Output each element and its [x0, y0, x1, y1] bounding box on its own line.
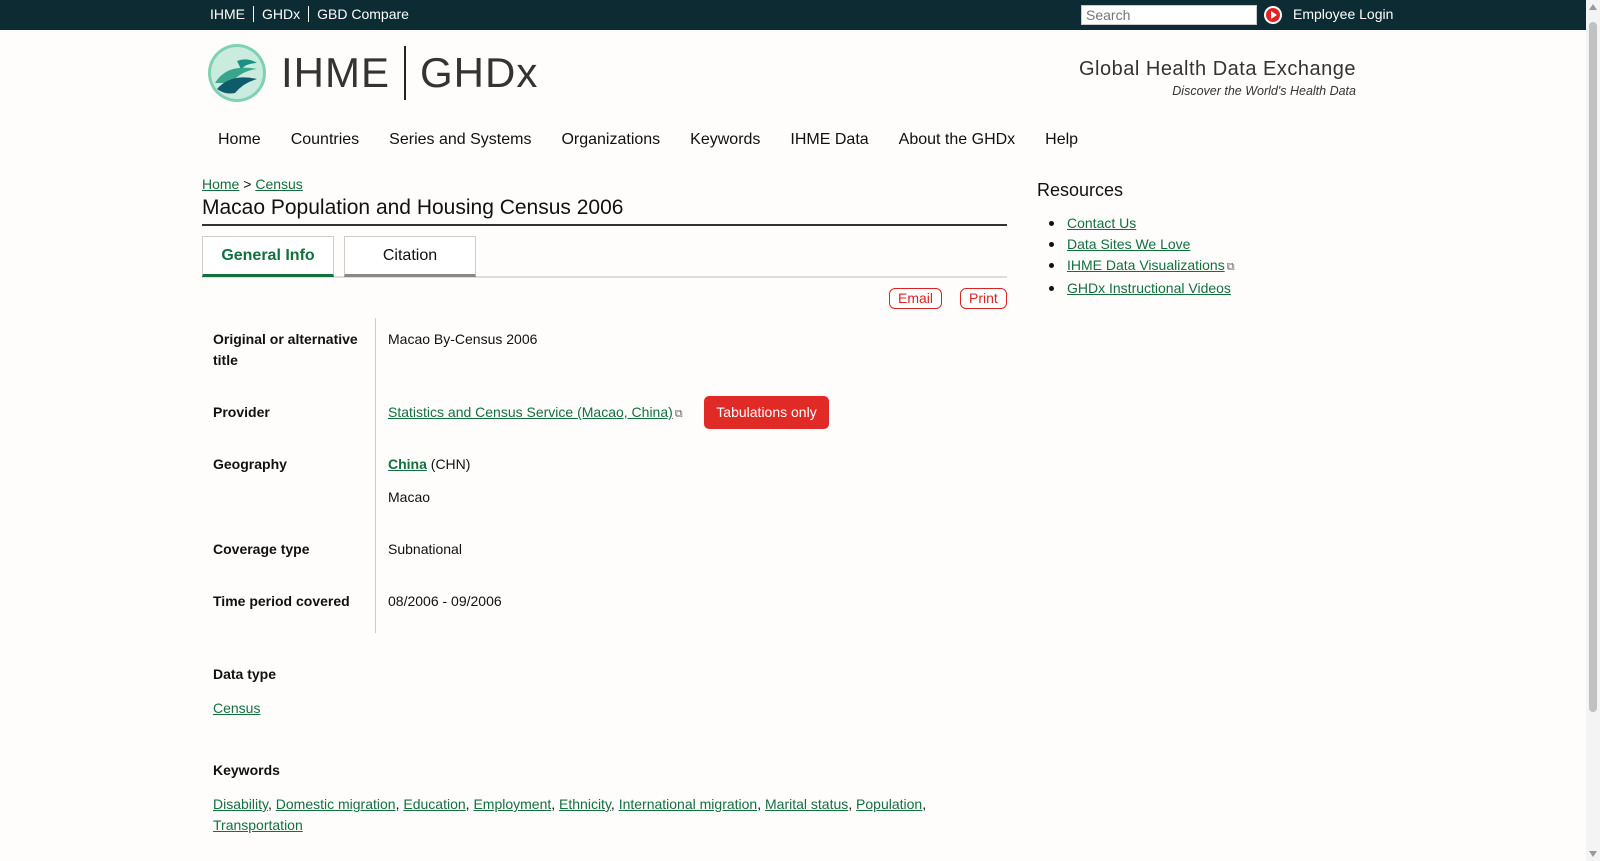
keyword-link[interactable]: Ethnicity [559, 796, 611, 812]
resource-data-sites[interactable]: Data Sites We Love [1067, 236, 1190, 252]
external-link-icon: ⧉ [1226, 261, 1235, 273]
coverage-value: Subnational [388, 541, 462, 557]
top-links: IHME GHDx GBD Compare [210, 6, 417, 22]
scroll-down-icon[interactable] [1589, 851, 1597, 857]
geography-country-link[interactable]: China [388, 456, 427, 472]
search-submit-icon[interactable] [1264, 6, 1282, 24]
site-tagline: Global Health Data Exchange Discover the… [1079, 58, 1356, 98]
keyword-link[interactable]: Domestic migration [276, 796, 396, 812]
employee-login-link[interactable]: Employee Login [1293, 6, 1393, 22]
geography-country: China (CHN) [388, 454, 470, 475]
keyword-link[interactable]: Employment [473, 796, 551, 812]
resource-item: Contact Us [1037, 213, 1235, 234]
top-bar: IHME GHDx GBD Compare Employee Login [0, 0, 1586, 30]
tab-general-info[interactable]: General Info [202, 236, 334, 277]
resources-list: Contact Us Data Sites We Love IHME Data … [1037, 213, 1235, 299]
print-button[interactable]: Print [960, 288, 1007, 309]
data-type-label: Data type [213, 666, 277, 682]
nav-home[interactable]: Home [203, 131, 276, 149]
resource-videos[interactable]: GHDx Instructional Videos [1067, 280, 1231, 296]
time-period-label: Time period covered [213, 593, 350, 609]
scrollbar[interactable] [1586, 0, 1600, 861]
keyword-link[interactable]: Marital status [765, 796, 848, 812]
coverage-label: Coverage type [213, 541, 310, 557]
alt-title-value: Macao By-Census 2006 [388, 331, 538, 347]
details-divider [375, 318, 376, 633]
page-title: Macao Population and Housing Census 2006 [202, 196, 1007, 226]
time-period-value: 08/2006 - 09/2006 [388, 593, 502, 609]
resources-heading: Resources [1037, 180, 1124, 200]
keyword-link[interactable]: International migration [619, 796, 758, 812]
alt-title-label: Original or alternative title [213, 331, 358, 368]
nav-countries[interactable]: Countries [276, 131, 374, 149]
top-link-gbd-compare[interactable]: GBD Compare [309, 6, 417, 22]
nav-organizations[interactable]: Organizations [546, 131, 675, 149]
nav-help[interactable]: Help [1030, 131, 1093, 149]
main-nav: Home Countries Series and Systems Organi… [203, 131, 1093, 149]
provider-link[interactable]: Statistics and Census Service (Macao, Ch… [388, 404, 673, 420]
brand-ghdx: GHDx [420, 49, 539, 96]
geography-code: (CHN) [430, 456, 471, 472]
resource-item: Data Sites We Love [1037, 234, 1235, 255]
nav-about-ghdx[interactable]: About the GHDx [884, 131, 1031, 149]
search-input[interactable] [1081, 5, 1257, 25]
geography-label: Geography [213, 456, 287, 472]
scroll-up-icon[interactable] [1589, 4, 1597, 10]
keyword-link[interactable]: Education [403, 796, 465, 812]
top-link-ghdx[interactable]: GHDx [254, 6, 310, 22]
provider-label: Provider [213, 404, 270, 420]
nav-keywords[interactable]: Keywords [675, 131, 775, 149]
resource-item: GHDx Instructional Videos [1037, 278, 1235, 299]
breadcrumb: Home > Census [202, 176, 303, 192]
tab-citation[interactable]: Citation [344, 236, 476, 277]
provider-value: Statistics and Census Service (Macao, Ch… [388, 402, 683, 425]
keywords-list: Disability, Domestic migration, Educatio… [213, 796, 927, 833]
scrollbar-thumb[interactable] [1589, 22, 1597, 712]
tabulations-only-badge: Tabulations only [704, 396, 829, 429]
tagline-subtitle: Discover the World's Health Data [1172, 84, 1356, 98]
resource-contact-us[interactable]: Contact Us [1067, 215, 1136, 231]
external-link-icon: ⧉ [674, 408, 683, 420]
keyword-link[interactable]: Disability [213, 796, 268, 812]
keyword-link[interactable]: Transportation [213, 817, 303, 833]
breadcrumb-home[interactable]: Home [202, 176, 239, 192]
top-link-ihme[interactable]: IHME [210, 6, 254, 22]
keywords-label: Keywords [213, 762, 280, 778]
data-type-value: Census [213, 698, 993, 719]
breadcrumb-census[interactable]: Census [255, 176, 302, 192]
nav-ihme-data[interactable]: IHME Data [775, 131, 883, 149]
resource-visualizations[interactable]: IHME Data Visualizations [1067, 257, 1225, 273]
data-type-link[interactable]: Census [213, 700, 260, 716]
ihme-logo-icon [208, 44, 266, 102]
tagline-title: Global Health Data Exchange [1079, 58, 1356, 80]
nav-series-and-systems[interactable]: Series and Systems [374, 131, 546, 149]
email-button[interactable]: Email [889, 288, 943, 309]
breadcrumb-separator: > [243, 176, 252, 192]
keyword-link[interactable]: Population [856, 796, 922, 812]
brand-ihme: IHME [281, 49, 390, 96]
tab-bar: General Info Citation [202, 236, 1007, 278]
resource-item: IHME Data Visualizations ⧉ [1037, 255, 1235, 278]
logo-divider [404, 46, 406, 100]
site-logo[interactable]: IHME GHDx [207, 43, 538, 103]
geography-region: Macao [388, 489, 431, 505]
